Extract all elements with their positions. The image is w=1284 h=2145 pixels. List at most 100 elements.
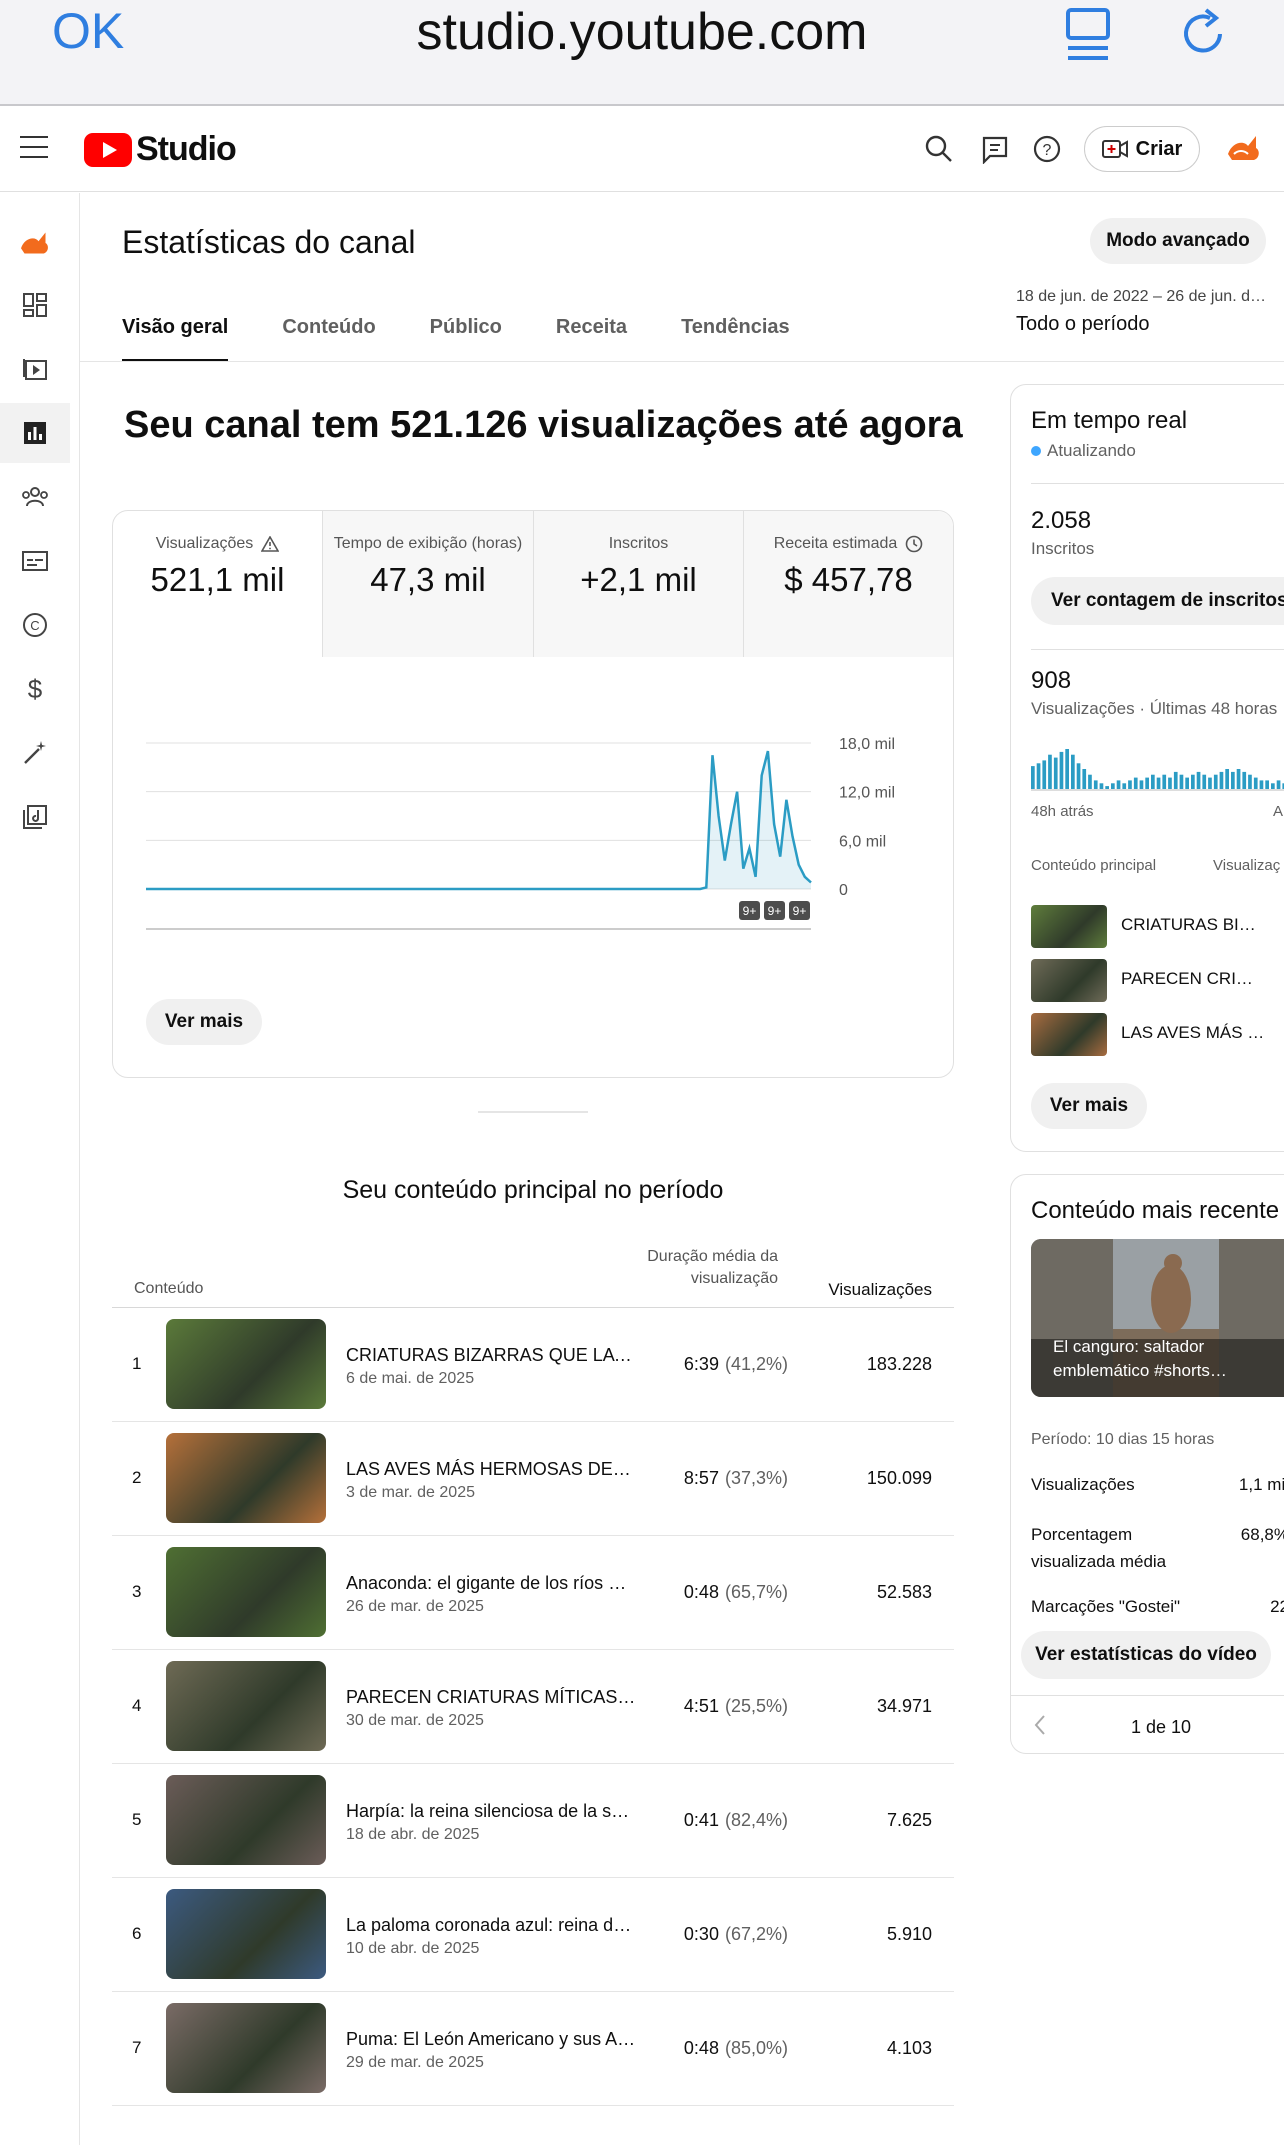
realtime-bar[interactable]: [1231, 771, 1235, 789]
realtime-see-more-button[interactable]: Ver mais: [1031, 1083, 1147, 1129]
metric-watch-time[interactable]: Tempo de exibição (horas) 47,3 mil: [323, 511, 534, 657]
realtime-item[interactable]: CRIATURAS BI…: [1031, 905, 1284, 948]
metric-subscribers[interactable]: Inscritos +2,1 mil: [534, 511, 744, 657]
realtime-bar[interactable]: [1082, 769, 1087, 789]
realtime-bar[interactable]: [1173, 771, 1178, 789]
video-title[interactable]: Harpía: la reina silenciosa de la selv…: [346, 1801, 636, 1822]
realtime-bar[interactable]: [1276, 780, 1281, 789]
video-thumbnail[interactable]: [166, 1661, 326, 1751]
metric-views[interactable]: Visualizações 521,1 mil: [113, 511, 323, 657]
tab-overview[interactable]: Visão geral: [122, 316, 229, 362]
realtime-bar[interactable]: [1179, 774, 1184, 789]
realtime-bar[interactable]: [1031, 766, 1035, 789]
realtime-bar[interactable]: [1151, 774, 1155, 789]
help-icon[interactable]: ?: [1032, 134, 1062, 169]
realtime-bar[interactable]: [1236, 769, 1241, 789]
tab-trends[interactable]: Tendências: [681, 316, 790, 362]
realtime-bar[interactable]: [1059, 751, 1064, 789]
video-title[interactable]: Anaconda: el gigante de los ríos #s…: [346, 1573, 636, 1594]
column-views[interactable]: Visualizações: [828, 1280, 932, 1300]
realtime-bar[interactable]: [1191, 774, 1195, 789]
video-title[interactable]: CRIATURAS BIZARRAS QUE LA NAT…: [346, 1345, 636, 1366]
video-thumbnail[interactable]: [166, 2003, 326, 2093]
realtime-bar[interactable]: [1196, 771, 1201, 789]
video-title[interactable]: La paloma coronada azul: reina del …: [346, 1915, 636, 1936]
see-more-button[interactable]: Ver mais: [146, 999, 262, 1045]
realtime-bar-chart[interactable]: [1031, 745, 1284, 795]
realtime-bar[interactable]: [1242, 771, 1247, 789]
realtime-bar[interactable]: [1111, 783, 1115, 789]
table-row[interactable]: 4 PARECEN CRIATURAS MÍTICAS… P… 30 de mar.…: [112, 1650, 954, 1764]
realtime-bar[interactable]: [1065, 749, 1069, 789]
realtime-bar[interactable]: [1128, 780, 1132, 789]
tab-content[interactable]: Conteúdo: [282, 316, 375, 362]
video-thumbnail[interactable]: [166, 1547, 326, 1637]
realtime-bar[interactable]: [1156, 777, 1161, 789]
realtime-bar[interactable]: [1116, 780, 1121, 789]
realtime-bar[interactable]: [1208, 777, 1212, 789]
realtime-bar[interactable]: [1099, 783, 1104, 789]
realtime-bar[interactable]: [1076, 763, 1081, 789]
column-avg-duration[interactable]: Duração média da visualização: [632, 1246, 778, 1290]
sidebar-item-earn[interactable]: $: [0, 659, 70, 719]
realtime-bar[interactable]: [1185, 777, 1189, 789]
realtime-bar[interactable]: [1202, 774, 1207, 789]
create-button[interactable]: Criar: [1084, 126, 1200, 172]
realtime-bar[interactable]: [1162, 774, 1167, 789]
realtime-bar[interactable]: [1271, 783, 1275, 789]
table-row[interactable]: 6 La paloma coronada azul: reina del … 10 …: [112, 1878, 954, 1992]
table-row[interactable]: 5 Harpía: la reina silenciosa de la selv……: [112, 1764, 954, 1878]
reload-icon[interactable]: [1180, 4, 1230, 67]
realtime-bar[interactable]: [1071, 754, 1075, 789]
realtime-bar[interactable]: [1042, 760, 1047, 789]
video-title[interactable]: Puma: El León Americano y sus Am…: [346, 2029, 636, 2050]
realtime-bar[interactable]: [1265, 780, 1269, 789]
metric-revenue[interactable]: Receita estimada $ 457,78: [744, 511, 953, 657]
realtime-bar[interactable]: [1105, 786, 1109, 789]
feedback-icon[interactable]: [980, 134, 1010, 169]
table-row[interactable]: 1 CRIATURAS BIZARRAS QUE LA NAT… 6 de mai.…: [112, 1308, 954, 1422]
sidebar-item-dashboard[interactable]: [0, 275, 70, 335]
realtime-bar[interactable]: [1259, 780, 1264, 789]
video-thumbnail[interactable]: [166, 1319, 326, 1409]
table-row[interactable]: 2 LAS AVES MÁS HERMOSAS DEL M… 3 de mar. d…: [112, 1422, 954, 1536]
realtime-bar[interactable]: [1088, 774, 1092, 789]
reader-icon[interactable]: [1064, 4, 1112, 67]
realtime-bar[interactable]: [1122, 783, 1127, 789]
menu-icon[interactable]: [20, 136, 48, 158]
recent-video-thumbnail[interactable]: El canguro: saltador emblemático #shorts…: [1031, 1239, 1284, 1397]
realtime-bar[interactable]: [1036, 763, 1041, 789]
realtime-bar[interactable]: [1253, 777, 1258, 789]
account-avatar[interactable]: [1226, 132, 1262, 169]
sidebar-item-customization[interactable]: [0, 723, 70, 783]
date-range[interactable]: 18 de jun. de 2022 – 26 de jun. d…: [1016, 288, 1284, 306]
tab-audience[interactable]: Público: [430, 316, 502, 362]
table-row[interactable]: 7 Puma: El León Americano y sus Am… 29 de …: [112, 1992, 954, 2106]
subscriber-count-button[interactable]: Ver contagem de inscritos a: [1031, 577, 1284, 625]
sidebar-item-community[interactable]: [0, 467, 70, 527]
video-thumbnail[interactable]: [166, 1775, 326, 1865]
realtime-item[interactable]: PARECEN CRI…: [1031, 959, 1284, 1002]
video-thumbnail[interactable]: [166, 1889, 326, 1979]
sidebar-item-subtitles[interactable]: [0, 531, 70, 591]
video-stats-button[interactable]: Ver estatísticas do vídeo: [1021, 1631, 1271, 1679]
sidebar-item-content[interactable]: [0, 339, 70, 399]
video-title[interactable]: LAS AVES MÁS HERMOSAS DEL M…: [346, 1459, 636, 1480]
realtime-bar[interactable]: [1048, 754, 1052, 789]
realtime-item[interactable]: LAS AVES MÁS …: [1031, 1013, 1284, 1056]
period-selector[interactable]: Todo o período: [1016, 313, 1149, 336]
realtime-bar[interactable]: [1225, 769, 1229, 789]
realtime-bar[interactable]: [1133, 777, 1138, 789]
views-line-chart[interactable]: 18,0 mil 12,0 mil 6,0 mil 0 9+ 9+ 9+ 18 d... 19 …: [113, 657, 953, 947]
table-row[interactable]: 3 Anaconda: el gigante de los ríos #s… 26 …: [112, 1536, 954, 1650]
sidebar-channel-avatar[interactable]: [0, 213, 70, 273]
tab-revenue[interactable]: Receita: [556, 316, 627, 362]
realtime-bar[interactable]: [1248, 774, 1252, 789]
studio-logo[interactable]: Studio: [84, 130, 237, 169]
sidebar-item-audio-library[interactable]: [0, 787, 70, 847]
realtime-bar[interactable]: [1168, 777, 1172, 789]
realtime-bar[interactable]: [1145, 777, 1149, 789]
realtime-bar[interactable]: [1213, 774, 1218, 789]
video-thumbnail[interactable]: [166, 1433, 326, 1523]
sidebar-item-analytics[interactable]: [0, 403, 70, 463]
